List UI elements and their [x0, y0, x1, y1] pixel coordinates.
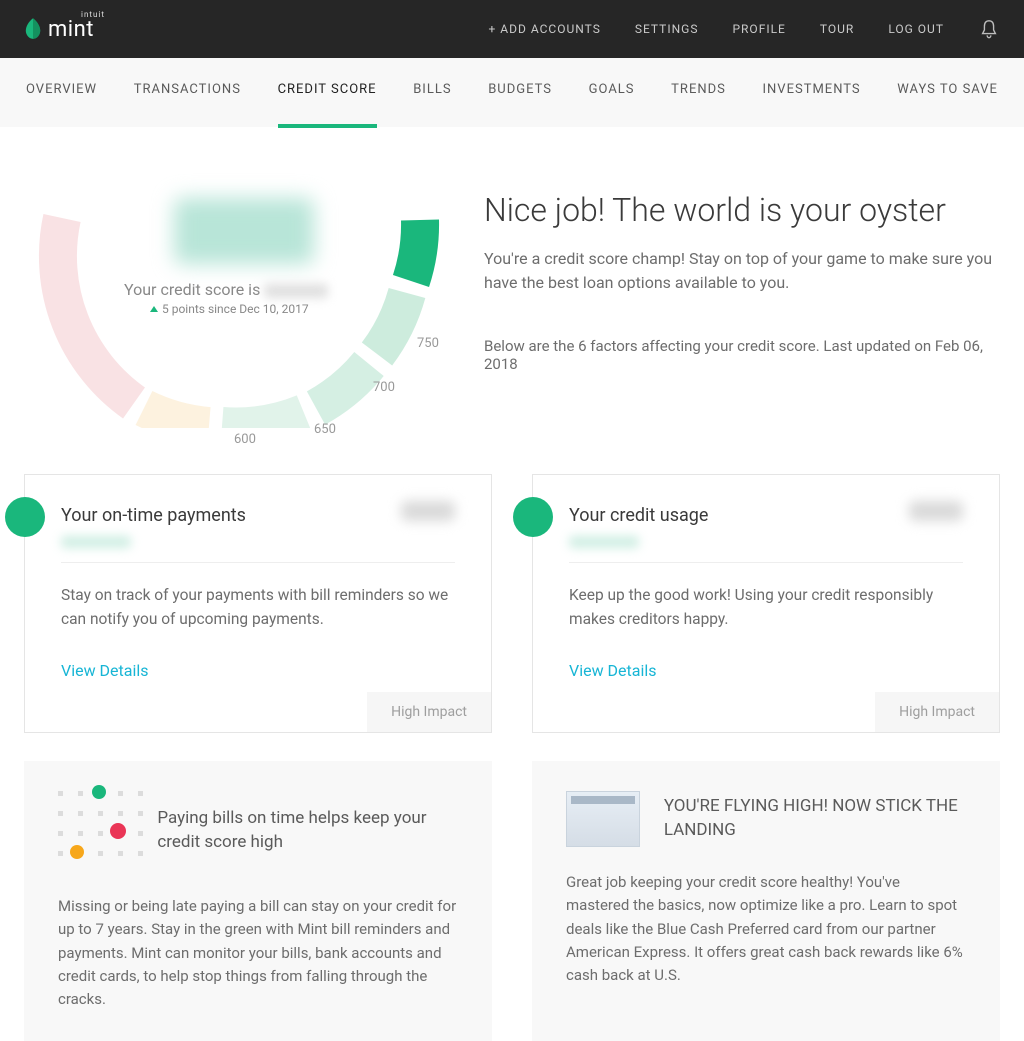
factor-value-redacted — [401, 501, 455, 521]
factor-subvalue-redacted — [569, 536, 639, 548]
tab-goals[interactable]: GOALS — [589, 82, 635, 103]
tab-budgets[interactable]: BUDGETS — [488, 82, 552, 103]
info-card-bills: Paying bills on time helps keep your cre… — [24, 761, 492, 1041]
status-dot-icon — [513, 497, 553, 537]
dots-graphic-icon — [58, 791, 133, 871]
status-dot-icon — [5, 497, 45, 537]
tab-overview[interactable]: OVERVIEW — [26, 82, 97, 103]
hero-title: Nice job! The world is your oyster — [484, 192, 1000, 229]
add-accounts-link[interactable]: + ADD ACCOUNTS — [489, 22, 601, 36]
impact-tag: High Impact — [367, 692, 491, 732]
divider — [569, 562, 963, 563]
hero-body: You're a credit score champ! Stay on top… — [484, 247, 1000, 295]
hero: Your credit score is 5 points since Dec … — [0, 128, 1024, 438]
view-details-link[interactable]: View Details — [569, 661, 657, 680]
info-cards-row: Paying bills on time helps keep your cre… — [0, 733, 1024, 1041]
factor-description: Stay on track of your payments with bill… — [61, 583, 455, 631]
info-body: Missing or being late paying a bill can … — [58, 895, 458, 1011]
tab-transactions[interactable]: TRANSACTIONS — [134, 82, 241, 103]
profile-link[interactable]: PROFILE — [732, 22, 785, 36]
secondary-nav: OVERVIEW TRANSACTIONS CREDIT SCORE BILLS… — [0, 58, 1024, 128]
credit-score-delta: 5 points since Dec 10, 2017 — [150, 302, 309, 316]
credit-card-icon — [566, 791, 640, 847]
factor-cards-row: Your on-time payments Stay on track of y… — [0, 438, 1024, 733]
credit-score-value-redacted — [174, 198, 314, 264]
impact-tag: High Impact — [875, 692, 999, 732]
tab-trends[interactable]: TRENDS — [671, 82, 726, 103]
view-details-link[interactable]: View Details — [61, 661, 149, 680]
tab-bills[interactable]: BILLS — [413, 82, 451, 103]
logo[interactable]: intuit mint — [24, 17, 94, 42]
factor-value-redacted — [909, 501, 963, 521]
settings-link[interactable]: SETTINGS — [635, 22, 699, 36]
top-menu: + ADD ACCOUNTS SETTINGS PROFILE TOUR LOG… — [489, 18, 1000, 40]
topbar: intuit mint + ADD ACCOUNTS SETTINGS PROF… — [0, 0, 1024, 58]
gauge-tick-700: 700 — [373, 380, 395, 395]
up-triangle-icon — [150, 306, 158, 312]
gauge-tick-600: 600 — [234, 432, 256, 447]
divider — [61, 562, 455, 563]
factor-title: Your on-time payments — [61, 505, 455, 526]
tour-link[interactable]: TOUR — [820, 22, 854, 36]
gauge-tick-650: 650 — [314, 422, 336, 437]
credit-score-label: Your credit score is — [124, 280, 328, 299]
leaf-icon — [24, 18, 42, 40]
info-title: YOU'RE FLYING HIGH! NOW STICK THE LANDIN… — [664, 795, 966, 843]
factor-credit-usage: Your credit usage Keep up the good work!… — [532, 474, 1000, 733]
gauge-tick-750: 750 — [417, 336, 439, 351]
factor-on-time-payments: Your on-time payments Stay on track of y… — [24, 474, 492, 733]
bell-icon[interactable] — [978, 18, 1000, 40]
info-card-offer: YOU'RE FLYING HIGH! NOW STICK THE LANDIN… — [532, 761, 1000, 1041]
factor-title: Your credit usage — [569, 505, 963, 526]
hero-message: Nice job! The world is your oyster You'r… — [484, 178, 1000, 438]
hero-subhead: Below are the 6 factors affecting your c… — [484, 337, 1000, 373]
info-title: Paying bills on time helps keep your cre… — [157, 807, 458, 855]
logout-link[interactable]: LOG OUT — [888, 22, 944, 36]
factor-description: Keep up the good work! Using your credit… — [569, 583, 963, 631]
info-body: Great job keeping your credit score heal… — [566, 871, 966, 987]
factor-subvalue-redacted — [61, 536, 131, 548]
credit-score-gauge: Your credit score is 5 points since Dec … — [24, 178, 444, 438]
logo-text: intuit mint — [48, 17, 94, 42]
tab-ways-to-save[interactable]: WAYS TO SAVE — [897, 82, 998, 103]
tab-investments[interactable]: INVESTMENTS — [763, 82, 861, 103]
tab-credit-score[interactable]: CREDIT SCORE — [278, 82, 377, 103]
